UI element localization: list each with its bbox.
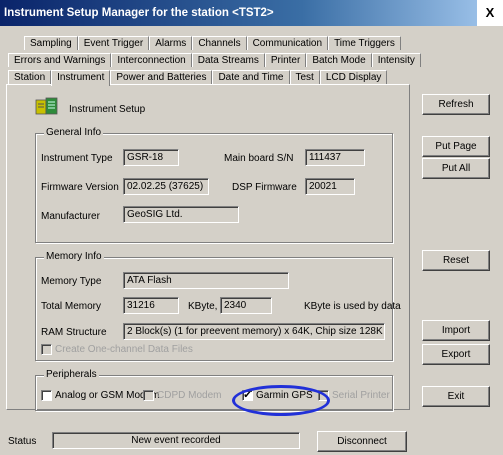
cdpd-label: CDPD Modem <box>157 390 222 401</box>
kbyte-label: KByte, <box>188 301 218 312</box>
tab-lcd-display[interactable]: LCD Display <box>319 70 388 84</box>
refresh-button[interactable]: Refresh <box>422 94 490 115</box>
main-board-field[interactable]: 111437 <box>305 149 365 166</box>
checkbox-box <box>41 390 52 401</box>
status-bar: Status New event recorded Disconnect <box>0 428 503 455</box>
tab-row-2: Errors and Warnings Interconnection Data S… <box>8 53 421 67</box>
used-label: KByte is used by data <box>304 301 401 312</box>
tab-batch-mode[interactable]: Batch Mode <box>306 53 372 67</box>
instrument-type-field[interactable]: GSR-18 <box>123 149 179 166</box>
instrument-panel: Instrument Setup General Info Instrument… <box>6 84 410 411</box>
tab-alarms[interactable]: Alarms <box>149 36 193 50</box>
tab-row-1: Sampling Event Trigger Alarms Channels Commu… <box>24 36 401 50</box>
tab-instrument[interactable]: Instrument <box>51 70 111 86</box>
one-channel-label: Create One-channel Data Files <box>55 344 193 355</box>
exit-button[interactable]: Exit <box>422 386 490 407</box>
tab-data-streams[interactable]: Data Streams <box>191 53 265 67</box>
tab-printer[interactable]: Printer <box>264 53 307 67</box>
tab-sampling[interactable]: Sampling <box>24 36 78 50</box>
disconnect-button[interactable]: Disconnect <box>317 431 407 452</box>
one-channel-checkbox[interactable]: Create One-channel Data Files <box>41 344 193 355</box>
title-bar: Instrument Setup Manager for the station… <box>0 0 503 26</box>
import-button[interactable]: Import <box>422 320 490 341</box>
tab-row-3: Station Instrument Power and Batteries Date… <box>8 70 388 86</box>
peripherals-group: Peripherals Analog or GSM Modem CDPD Mod… <box>35 369 393 411</box>
total-memory-field[interactable]: 31216 <box>123 297 179 314</box>
export-button[interactable]: Export <box>422 344 490 365</box>
tab-channels[interactable]: Channels <box>192 36 247 50</box>
general-info-group: General Info Instrument Type GSR-18 Main… <box>35 127 393 243</box>
firmware-label: Firmware Version <box>41 182 119 193</box>
window-title: Instrument Setup Manager for the station… <box>4 7 274 19</box>
ram-structure-label: RAM Structure <box>41 327 107 338</box>
main-board-label: Main board S/N <box>224 153 294 164</box>
tab-test[interactable]: Test <box>289 70 320 84</box>
general-info-title: General Info <box>44 127 104 138</box>
manufacturer-field[interactable]: GeoSIG Ltd. <box>123 206 239 223</box>
tab-communication[interactable]: Communication <box>246 36 329 50</box>
close-icon[interactable]: X <box>477 0 503 26</box>
manufacturer-label: Manufacturer <box>41 211 100 222</box>
cdpd-checkbox[interactable]: CDPD Modem <box>143 390 221 401</box>
reset-button[interactable]: Reset <box>422 250 490 271</box>
tab-intensity[interactable]: Intensity <box>371 53 421 67</box>
checkbox-box <box>41 344 52 355</box>
tab-errors-and-warnings[interactable]: Errors and Warnings <box>8 53 112 67</box>
tab-time-triggers[interactable]: Time Triggers <box>328 36 401 50</box>
total-memory-label: Total Memory <box>41 301 102 312</box>
tab-station[interactable]: Station <box>8 70 52 84</box>
used-memory-field[interactable]: 2340 <box>220 297 272 314</box>
tab-date-and-time[interactable]: Date and Time <box>212 70 290 84</box>
memory-info-title: Memory Info <box>44 251 104 262</box>
highlight-circle <box>232 385 330 416</box>
tab-interconnection[interactable]: Interconnection <box>111 53 192 67</box>
tab-event-trigger[interactable]: Event Trigger <box>77 36 150 50</box>
ram-structure-field[interactable]: 2 Block(s) (1 for preevent memory) x 64K… <box>123 323 385 340</box>
memory-type-label: Memory Type <box>41 276 102 287</box>
instrument-type-label: Instrument Type <box>41 153 113 164</box>
instrument-icon <box>35 97 59 117</box>
status-message: New event recorded <box>52 432 300 449</box>
dsp-label: DSP Firmware <box>232 182 297 193</box>
peripherals-title: Peripherals <box>44 369 99 380</box>
checkbox-box <box>143 390 154 401</box>
serial-printer-label: Serial Printer <box>332 390 390 401</box>
section-title: Instrument Setup <box>69 104 146 115</box>
tab-power-and-batteries[interactable]: Power and Batteries <box>110 70 213 84</box>
setup-window: Instrument Setup Manager for the station… <box>0 0 503 455</box>
firmware-field[interactable]: 02.02.25 (37625) <box>123 178 209 195</box>
status-label: Status <box>8 436 37 447</box>
put-all-button[interactable]: Put All <box>422 158 490 179</box>
memory-type-field[interactable]: ATA Flash <box>123 272 289 289</box>
analog-gsm-checkbox[interactable]: Analog or GSM Modem <box>41 390 160 401</box>
dsp-field[interactable]: 20021 <box>305 178 355 195</box>
memory-info-group: Memory Info Memory Type ATA Flash Total … <box>35 251 401 361</box>
put-page-button[interactable]: Put Page <box>422 136 490 157</box>
